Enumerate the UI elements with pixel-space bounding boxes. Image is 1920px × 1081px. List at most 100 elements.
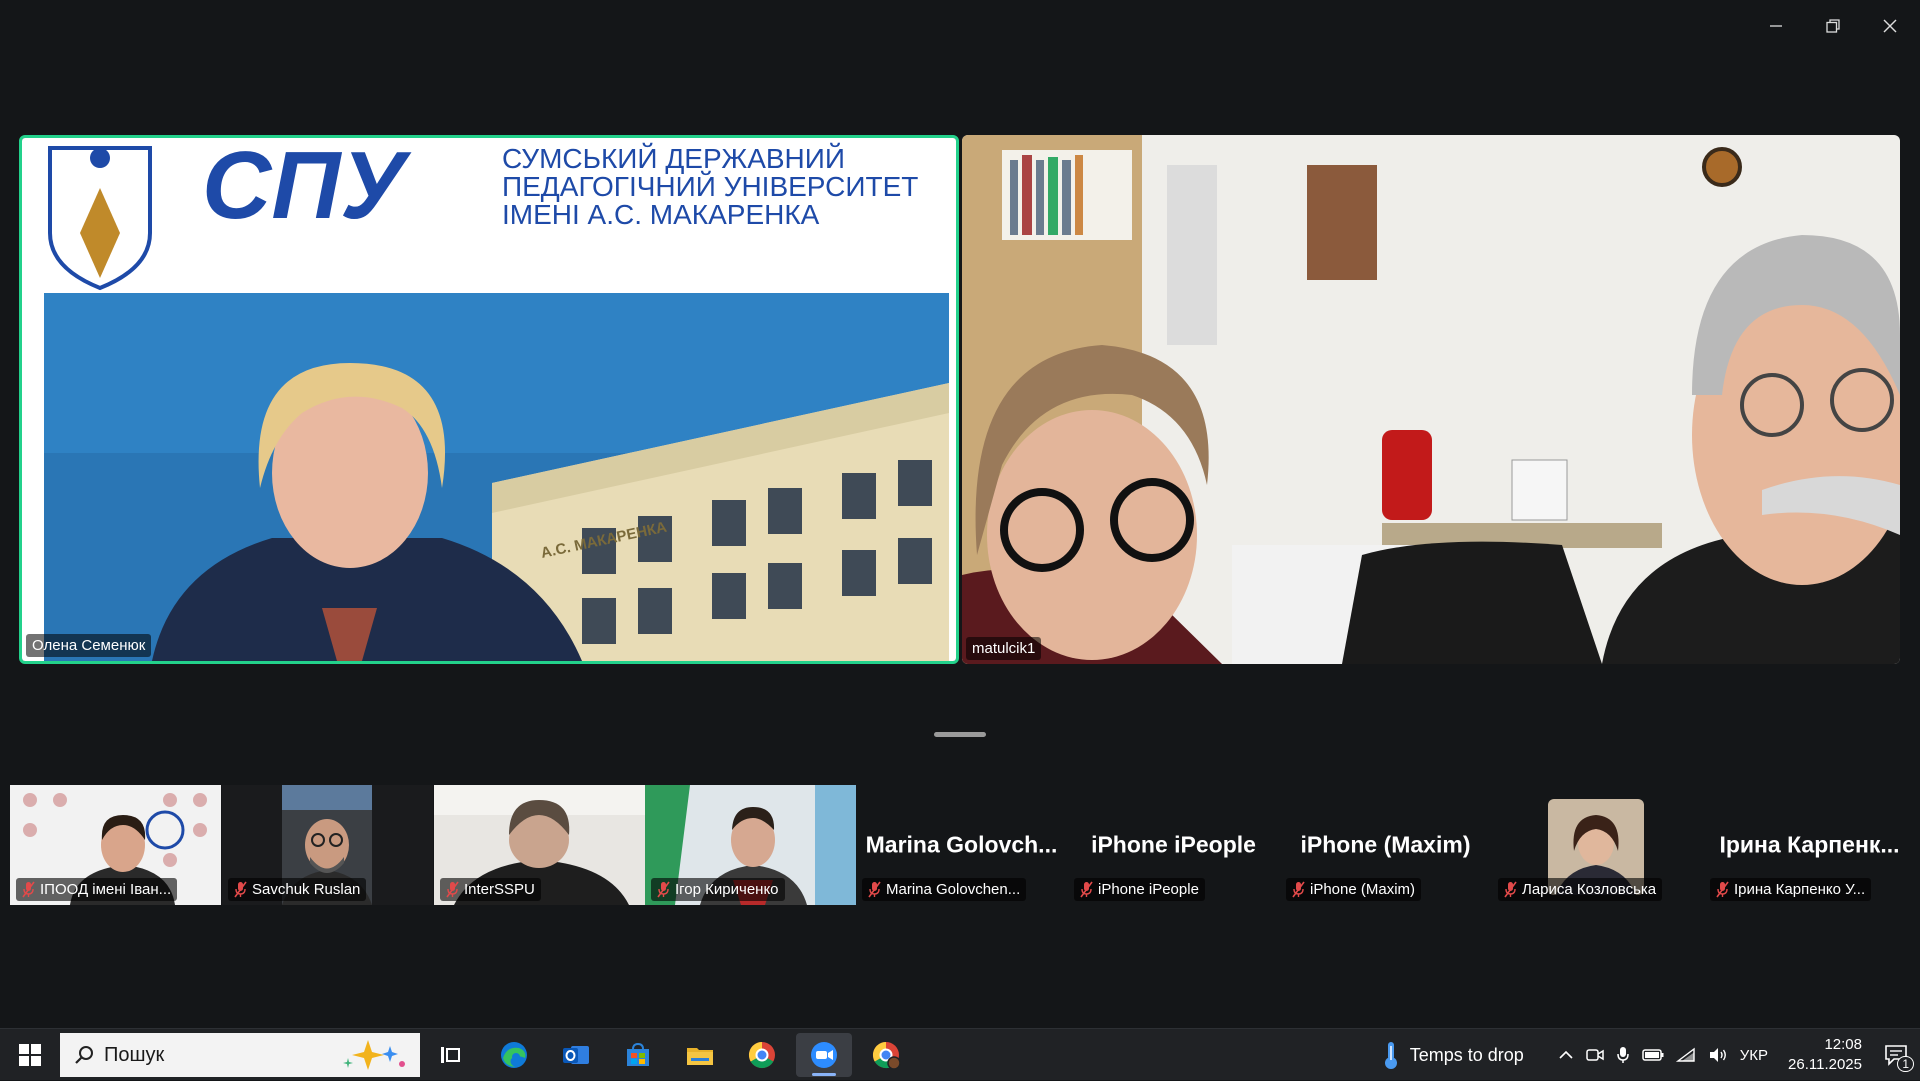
taskbar-app-zoom[interactable]: [796, 1033, 852, 1077]
mic-muted-icon: [1504, 881, 1517, 898]
store-icon: [627, 1042, 649, 1066]
taskbar-app-chrome-profile[interactable]: [858, 1033, 914, 1077]
folder-icon: [687, 1048, 713, 1065]
clock[interactable]: 12:08 26.11.2025: [1788, 1035, 1862, 1075]
university-line-3: ІМЕНІ А.С. МАКАРЕНКА: [502, 199, 820, 230]
copilot-sparkle-icon: [343, 1040, 405, 1070]
minimize-button[interactable]: [1756, 8, 1796, 44]
gallery-label-3: InterSSPU: [440, 878, 541, 901]
gallery-label-4: Ігор Кириченко: [651, 878, 785, 901]
video-tile-speaker[interactable]: А.С. МАКАРЕНКА СПУ СУМСЬКИЙ ДЕРЖАВНИЙ ПЕ…: [19, 135, 959, 664]
chrome-icon: [748, 1041, 775, 1069]
video-tile-matulcik1[interactable]: matulcik1: [962, 135, 1900, 664]
gallery-label-6: iPhone iPeople: [1074, 878, 1205, 901]
participant-name-matulcik1: matulcik1: [966, 637, 1042, 660]
gallery-label-8: Лариса Козловська: [1498, 878, 1663, 901]
gallery-tile-2[interactable]: Savchuk Ruslan: [222, 785, 433, 905]
zoom-meeting-window: А.С. МАКАРЕНКА СПУ СУМСЬКИЙ ДЕРЖАВНИЙ ПЕ…: [0, 0, 1920, 1028]
notification-badge: 1: [1897, 1056, 1914, 1072]
weather-widget[interactable]: Temps to drop: [1382, 1040, 1524, 1070]
gallery-name-3: InterSSPU: [464, 881, 535, 898]
chrome-profile-icon: [872, 1041, 901, 1070]
gallery-name-6: iPhone iPeople: [1098, 881, 1199, 898]
close-icon: [1883, 19, 1897, 33]
mic-muted-icon: [868, 881, 881, 898]
mic-muted-icon: [1716, 881, 1729, 898]
speaker-video-frame: А.С. МАКАРЕНКА СПУ СУМСЬКИЙ ДЕРЖАВНИЙ ПЕ…: [22, 138, 956, 661]
gallery-label-9: Ірина Карпенко У...: [1710, 878, 1872, 901]
taskbar-app-store[interactable]: [610, 1033, 666, 1077]
restore-button[interactable]: [1813, 8, 1853, 44]
taskbar-app-edge[interactable]: [486, 1033, 542, 1077]
network-tray-button[interactable]: [1675, 1047, 1696, 1063]
university-line-2: ПЕДАГОГІЧНИЙ УНІВЕРСИТЕТ: [502, 171, 918, 202]
edge-icon: [501, 1042, 527, 1068]
mic-muted-icon: [657, 881, 670, 898]
gallery-tile-8[interactable]: Лариса Козловська: [1492, 785, 1703, 905]
clock-time: 12:08: [1824, 1036, 1862, 1053]
speaker-icon: [1709, 1048, 1726, 1062]
start-button[interactable]: [2, 1033, 58, 1077]
gallery-tile-6[interactable]: iPhone iPeople iPhone iPeople: [1068, 785, 1279, 905]
search-icon: [75, 1046, 93, 1064]
camera-icon: [1586, 1049, 1604, 1061]
gallery-resize-handle[interactable]: [934, 732, 986, 737]
task-view-button[interactable]: [422, 1033, 478, 1077]
show-hidden-icons-button[interactable]: [1558, 1047, 1574, 1063]
mic-muted-icon: [1080, 881, 1093, 898]
weather-text: Temps to drop: [1409, 1044, 1524, 1065]
task-view-icon: [441, 1047, 460, 1063]
mic-muted-icon: [22, 881, 35, 898]
zoom-icon: [811, 1042, 837, 1068]
close-button[interactable]: [1870, 8, 1910, 44]
gallery-label-2: Savchuk Ruslan: [228, 878, 367, 901]
taskbar-app-chrome[interactable]: [734, 1033, 790, 1077]
windows-logo-icon: [19, 1044, 41, 1066]
mic-muted-icon: [446, 881, 459, 898]
outlook-icon: [563, 1046, 589, 1064]
gallery-name-2: Savchuk Ruslan: [252, 881, 361, 898]
notifications-button[interactable]: 1: [1884, 1044, 1914, 1072]
gallery-label-7: iPhone (Maxim): [1286, 878, 1422, 901]
participant-name-speaker: Олена Семенюк: [26, 634, 152, 657]
gallery-name-1: ІПООД імені Іван...: [40, 881, 172, 898]
minimize-icon: [1770, 25, 1782, 27]
camera-tray-button[interactable]: [1586, 1047, 1604, 1063]
gallery-name-4: Ігор Кириченко: [675, 881, 779, 898]
language-indicator[interactable]: УКР: [1740, 1047, 1768, 1064]
mic-muted-icon: [1292, 881, 1305, 898]
gallery-name-8: Лариса Козловська: [1522, 881, 1657, 898]
battery-tray-button[interactable]: [1642, 1048, 1664, 1062]
search-box[interactable]: Пошук: [60, 1033, 420, 1077]
gallery-tile-5[interactable]: Marina Golovch... Marina Golovchen...: [856, 785, 1067, 905]
taskbar-app-file-explorer[interactable]: [672, 1033, 728, 1077]
gallery-tile-3[interactable]: InterSSPU: [434, 785, 645, 905]
restore-icon: [1826, 19, 1840, 33]
system-tray: Temps to drop УКР 12:08 26.11.2025 1: [1376, 1029, 1920, 1081]
chevron-up-icon: [1559, 1050, 1573, 1059]
gallery-tile-name-6: iPhone iPeople: [1091, 831, 1256, 858]
microphone-tray-button[interactable]: [1616, 1046, 1630, 1064]
gallery-tile-name-9: Ірина Карпенк...: [1719, 831, 1900, 858]
gallery-label-5: Marina Golovchen...: [862, 878, 1027, 901]
microphone-icon: [1617, 1047, 1629, 1063]
battery-icon: [1642, 1049, 1664, 1061]
gallery-name-9: Ірина Карпенко У...: [1734, 881, 1866, 898]
gallery-tile-9[interactable]: Ірина Карпенк... Ірина Карпенко У...: [1704, 785, 1915, 905]
gallery-tile-name-5: Marina Golovch...: [865, 831, 1058, 858]
thermometer-icon: [1384, 1042, 1397, 1069]
taskbar-app-outlook[interactable]: [548, 1033, 604, 1077]
participant-video-frame: [962, 135, 1900, 664]
clock-date: 26.11.2025: [1788, 1056, 1862, 1073]
gallery-tile-7[interactable]: iPhone (Maxim) iPhone (Maxim): [1280, 785, 1491, 905]
gallery-name-5: Marina Golovchen...: [886, 881, 1021, 898]
university-line-1: СУМСЬКИЙ ДЕРЖАВНИЙ: [502, 143, 845, 174]
language-text: УКР: [1739, 1046, 1769, 1064]
gallery-tile-4[interactable]: Ігор Кириченко: [645, 785, 856, 905]
gallery-label-1: ІПООД імені Іван...: [16, 878, 178, 901]
wifi-icon: [1675, 1047, 1695, 1062]
gallery-tile-1[interactable]: ІПООД імені Іван...: [10, 785, 221, 905]
gallery-name-7: iPhone (Maxim): [1310, 881, 1416, 898]
taskbar: Пошук Temps to drop УКР 12:08 26.11.2025…: [0, 1028, 1920, 1080]
volume-tray-button[interactable]: [1708, 1047, 1728, 1063]
